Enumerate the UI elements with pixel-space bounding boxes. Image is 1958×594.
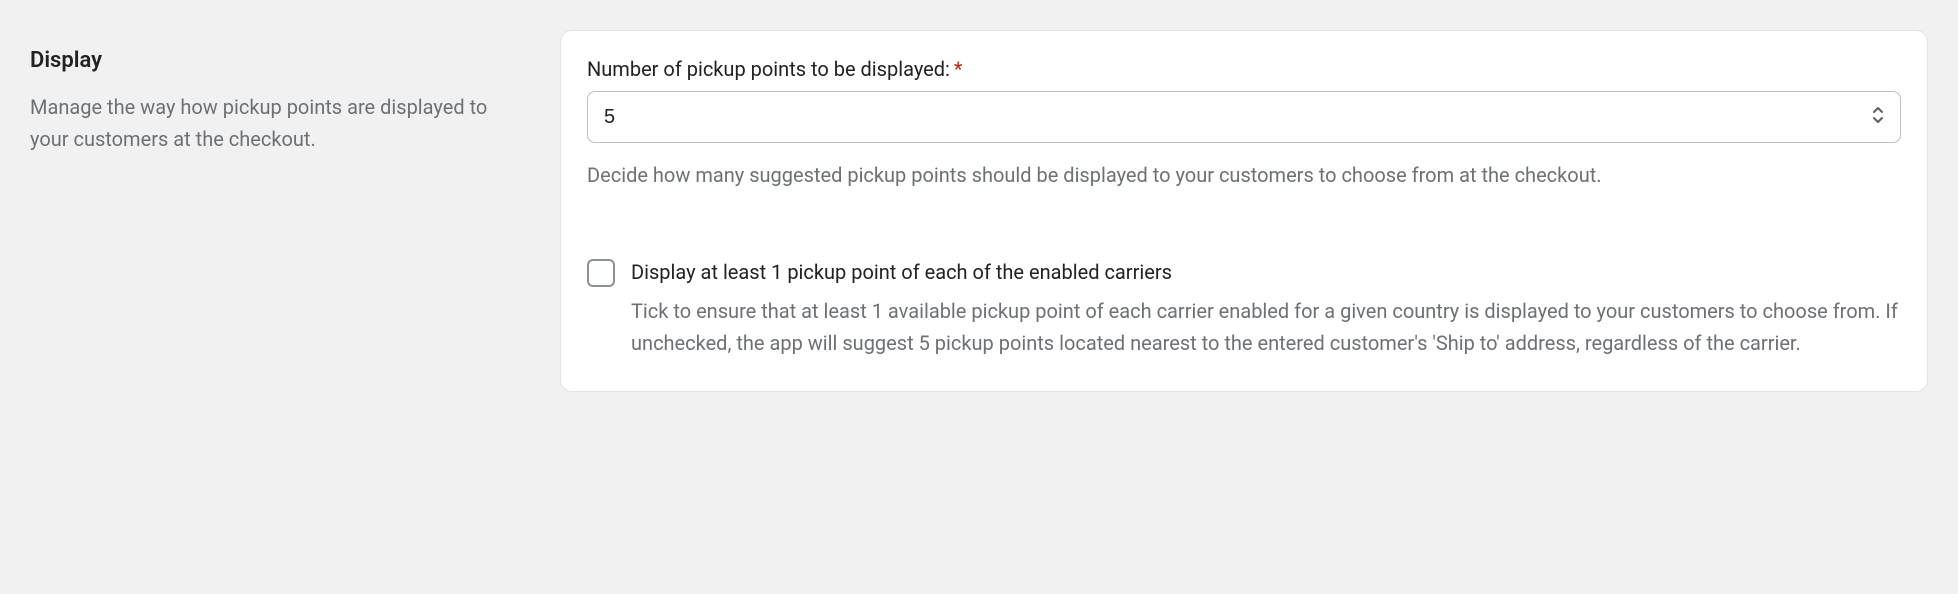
section-description: Manage the way how pickup points are dis… bbox=[30, 91, 520, 155]
ensure-one-per-carrier-checkbox[interactable] bbox=[587, 259, 615, 287]
pickup-count-label: Number of pickup points to be displayed:… bbox=[587, 57, 1901, 81]
section-header: Display Manage the way how pickup points… bbox=[30, 30, 520, 392]
pickup-count-select-wrap: 5 bbox=[587, 91, 1901, 143]
ensure-one-per-carrier-row: Display at least 1 pickup point of each … bbox=[587, 257, 1901, 359]
settings-card: Number of pickup points to be displayed:… bbox=[560, 30, 1928, 392]
section-content: Number of pickup points to be displayed:… bbox=[560, 30, 1928, 392]
section-title: Display bbox=[30, 48, 520, 73]
required-marker: * bbox=[954, 57, 963, 81]
pickup-count-select[interactable]: 5 bbox=[587, 91, 1901, 143]
pickup-count-help: Decide how many suggested pickup points … bbox=[587, 159, 1901, 191]
ensure-one-per-carrier-label: Display at least 1 pickup point of each … bbox=[631, 257, 1901, 287]
settings-section: Display Manage the way how pickup points… bbox=[30, 30, 1928, 392]
ensure-one-per-carrier-content: Display at least 1 pickup point of each … bbox=[631, 257, 1901, 359]
ensure-one-per-carrier-help: Tick to ensure that at least 1 available… bbox=[631, 295, 1901, 359]
pickup-count-label-text: Number of pickup points to be displayed: bbox=[587, 57, 950, 81]
